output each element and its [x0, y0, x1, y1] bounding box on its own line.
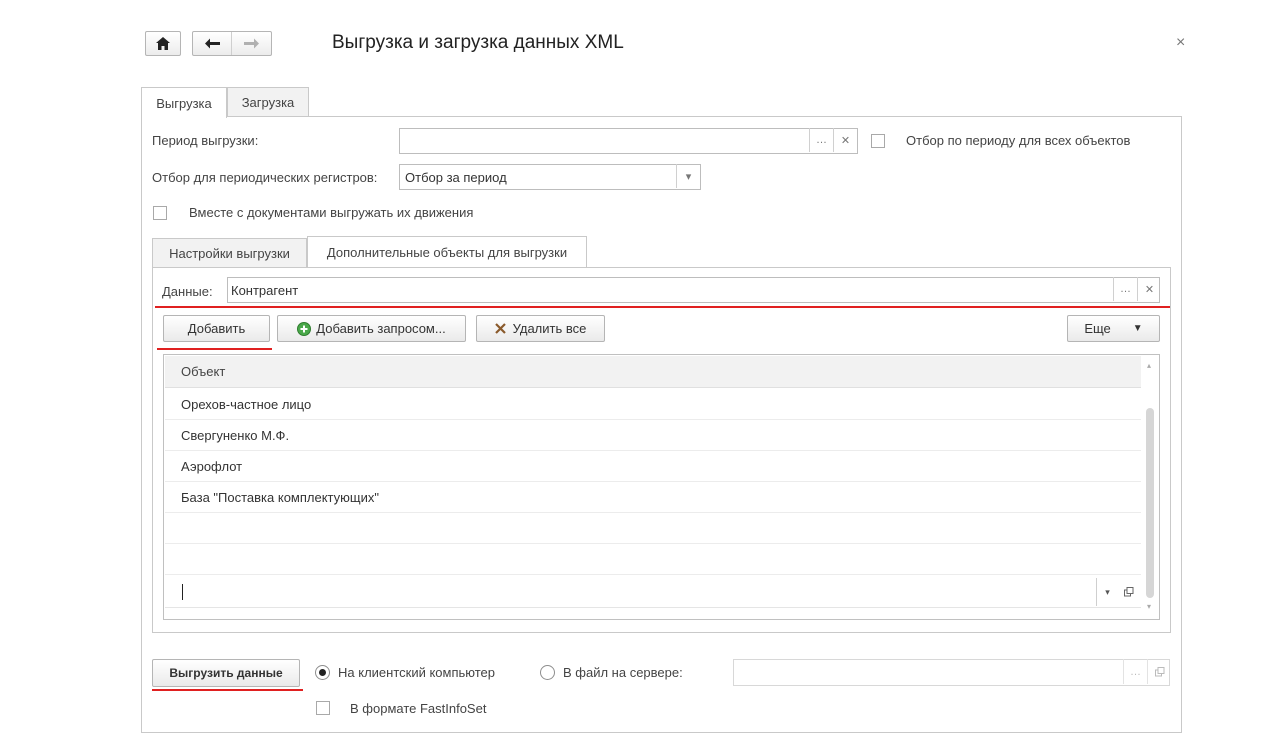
period-label: Период выгрузки:: [152, 133, 259, 148]
scroll-up-icon[interactable]: ▴: [1147, 361, 1151, 370]
add-by-query-button[interactable]: Добавить запросом...: [277, 315, 466, 342]
close-icon[interactable]: ×: [1176, 34, 1185, 52]
server-file-path-field[interactable]: …: [733, 659, 1170, 686]
column-header-label: Объект: [181, 364, 226, 379]
subtab-export-settings-label: Настройки выгрузки: [169, 245, 290, 261]
period-clear-button[interactable]: ✕: [833, 128, 857, 152]
fastinfoset-label: В формате FastInfoSet: [350, 701, 487, 716]
periodic-filter-label: Отбор для периодических регистров:: [152, 170, 378, 185]
scroll-down-icon[interactable]: ▾: [1147, 602, 1151, 611]
tab-import-label: Загрузка: [241, 94, 295, 110]
table-cell: Орехов-частное лицо: [181, 396, 312, 412]
tab-import[interactable]: Загрузка: [227, 87, 309, 116]
fastinfoset-checkbox[interactable]: [316, 701, 330, 715]
tab-export-label: Выгрузка: [156, 95, 212, 111]
data-value: Контрагент: [231, 282, 299, 298]
chevron-down-icon[interactable]: ▾: [676, 164, 700, 188]
with-movements-checkbox[interactable]: [153, 206, 167, 220]
delete-x-icon: [494, 323, 506, 334]
table-row[interactable]: Свергуненко М.Ф.: [165, 420, 1141, 451]
delete-all-button[interactable]: Удалить все: [476, 315, 605, 342]
open-form-icon[interactable]: [1118, 578, 1140, 606]
period-field[interactable]: … ✕: [399, 128, 858, 154]
radio-client-computer[interactable]: [315, 665, 330, 680]
export-data-button[interactable]: Выгрузить данные: [152, 659, 300, 687]
history-nav: [192, 31, 272, 56]
chevron-down-icon: ▼: [1132, 323, 1143, 334]
data-select-button[interactable]: …: [1113, 277, 1137, 301]
objects-table: Объект Орехов-частное лицо Свергуненко М…: [163, 354, 1160, 620]
forward-button[interactable]: [232, 32, 271, 55]
table-row-empty[interactable]: [165, 544, 1141, 575]
server-path-select-button[interactable]: …: [1123, 659, 1147, 684]
period-filter-all-label: Отбор по периоду для всех объектов: [906, 133, 1131, 148]
add-by-query-label: Добавить запросом...: [316, 321, 446, 336]
home-button[interactable]: [145, 31, 181, 56]
arrow-right-icon: [244, 38, 259, 49]
table-row-empty[interactable]: [165, 513, 1141, 544]
data-label: Данные:: [162, 284, 213, 299]
radio-server-file[interactable]: [540, 665, 555, 680]
highlight-underline-data: [155, 306, 1170, 308]
add-circle-icon: [297, 321, 312, 336]
add-button-label: Добавить: [187, 321, 246, 336]
highlight-underline-add: [157, 348, 272, 350]
table-cell: База "Поставка комплектующих": [181, 489, 379, 505]
chevron-down-icon[interactable]: ▾: [1096, 578, 1118, 606]
table-cell: Аэрофлот: [181, 458, 243, 474]
more-button[interactable]: Еще ▼: [1067, 315, 1160, 342]
text-cursor: [182, 584, 183, 600]
subtab-additional-objects[interactable]: Дополнительные объекты для выгрузки: [307, 236, 587, 267]
back-button[interactable]: [193, 32, 232, 55]
add-button[interactable]: Добавить: [163, 315, 270, 342]
data-field[interactable]: Контрагент … ✕: [227, 277, 1160, 303]
table-row[interactable]: База "Поставка комплектующих": [165, 482, 1141, 513]
period-select-button[interactable]: …: [809, 128, 833, 152]
with-movements-label: Вместе с документами выгружать их движен…: [189, 205, 474, 220]
data-clear-button[interactable]: ✕: [1137, 277, 1161, 301]
subtab-additional-objects-label: Дополнительные объекты для выгрузки: [326, 244, 568, 260]
arrow-left-icon: [204, 38, 220, 49]
period-filter-all-checkbox[interactable]: [871, 134, 885, 148]
table-row-editing[interactable]: ▾: [165, 576, 1141, 608]
tab-export[interactable]: Выгрузка: [141, 87, 227, 118]
periodic-filter-select[interactable]: Отбор за период ▾: [399, 164, 701, 190]
table-row[interactable]: Аэрофлот: [165, 451, 1141, 482]
export-data-label: Выгрузить данные: [169, 666, 283, 680]
subtab-export-settings[interactable]: Настройки выгрузки: [152, 238, 307, 267]
column-header-object[interactable]: Объект: [165, 356, 1141, 388]
delete-all-label: Удалить все: [512, 321, 587, 336]
more-label: Еще: [1084, 321, 1111, 336]
radio-server-label: В файл на сервере:: [563, 665, 683, 680]
window-title: Выгрузка и загрузка данных XML: [332, 32, 624, 53]
highlight-underline-export: [152, 689, 303, 691]
table-cell: Свергуненко М.Ф.: [181, 427, 290, 443]
table-row[interactable]: Орехов-частное лицо: [165, 389, 1141, 420]
radio-client-label: На клиентский компьютер: [338, 665, 495, 680]
periodic-filter-value: Отбор за период: [405, 169, 507, 185]
table-scrollbar[interactable]: [1146, 408, 1154, 598]
open-form-icon[interactable]: [1147, 659, 1171, 684]
home-icon: [156, 37, 170, 50]
